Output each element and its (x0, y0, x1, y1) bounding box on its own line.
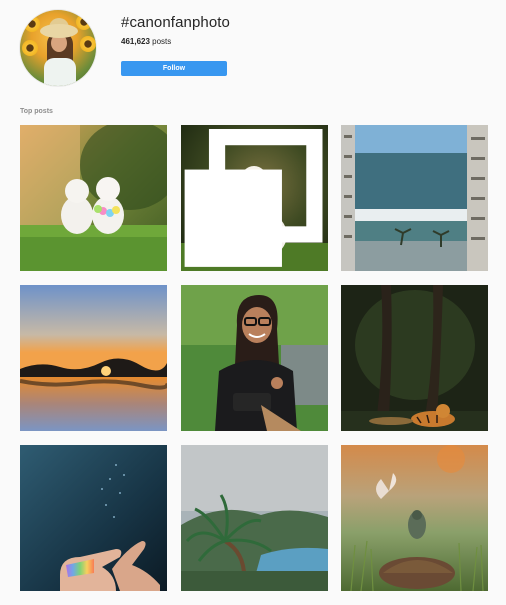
hashtag-page: #canonfanphoto 461,623 posts Follow Top … (0, 0, 506, 605)
post-image (341, 285, 488, 431)
post-image (20, 125, 167, 271)
post-tile-palm-coast[interactable] (181, 445, 328, 591)
avatar-dress (44, 58, 76, 86)
sunflower-shape (24, 16, 40, 32)
avatar-hat-brim (40, 24, 78, 38)
post-image (20, 445, 167, 591)
hashtag-header: #canonfanphoto 461,623 posts Follow (0, 0, 506, 100)
post-count-number: 461,623 (121, 37, 150, 46)
post-image (181, 445, 328, 591)
post-image (341, 445, 488, 591)
post-tile-dogs-garden[interactable] (20, 125, 167, 271)
post-tile-sunset-lake[interactable] (20, 285, 167, 431)
sunflower-shape (76, 14, 92, 30)
hashtag-title: #canonfanphoto (121, 14, 230, 31)
sunflower-shape (80, 36, 96, 52)
multiple-photos-icon (184, 129, 323, 267)
post-tile-woman-camera[interactable] (181, 285, 328, 431)
post-tile-tiger-forest[interactable] (341, 285, 488, 431)
post-tile-hands-light[interactable] (20, 445, 167, 591)
post-image (341, 125, 488, 271)
post-image (20, 285, 167, 431)
post-tile-dogs-stacked[interactable] (181, 125, 328, 271)
post-image (181, 285, 328, 431)
post-count-suffix: posts (149, 37, 172, 46)
post-tile-butterfly-turtle[interactable] (341, 445, 488, 591)
follow-button[interactable]: Follow (121, 61, 227, 76)
top-posts-label: Top posts (20, 108, 53, 115)
hashtag-avatar (20, 10, 96, 86)
post-count: 461,623 posts (121, 37, 171, 46)
sunflower-shape (22, 40, 38, 56)
post-tile-ocean-balcony[interactable] (341, 125, 488, 271)
